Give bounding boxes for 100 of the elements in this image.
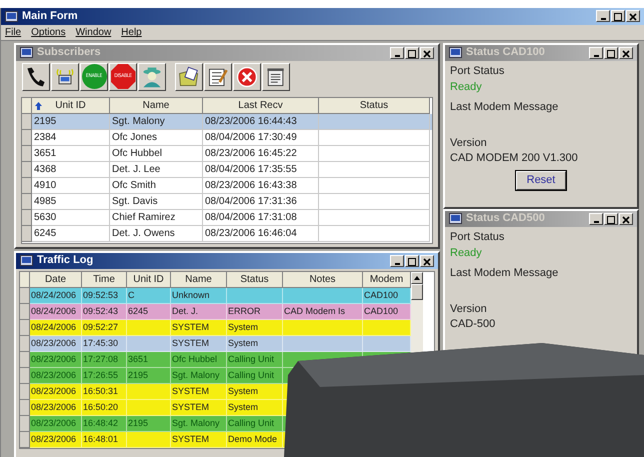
table-cell: 08/24/2006 [31, 322, 76, 332]
toolbar-button[interactable] [262, 62, 290, 90]
column-header[interactable]: Unit ID [127, 272, 171, 288]
row-header[interactable] [22, 162, 32, 178]
scroll-up-button[interactable] [411, 272, 423, 284]
toolbar-button[interactable] [233, 62, 261, 90]
table-cell: Sgt. Malony [112, 116, 165, 126]
table-row[interactable]: 6245 Det. J. Owens 08/23/2006 16:46:04 [22, 226, 432, 242]
table-cell: 08/23/2006 [31, 354, 76, 364]
column-header[interactable]: Name [171, 272, 227, 288]
table-cell: CAD Modem Is [284, 306, 346, 316]
toolbar-button[interactable] [51, 62, 79, 90]
table-cell: C [128, 290, 134, 300]
table-cell: CAD100 [364, 290, 398, 300]
minimize-button[interactable] [390, 46, 404, 58]
minimize-icon [594, 54, 598, 56]
row-header[interactable] [20, 400, 30, 416]
toolbar-button[interactable] [22, 62, 50, 90]
minimize-button[interactable] [596, 10, 610, 22]
column-header[interactable]: Time [82, 272, 127, 288]
row-header[interactable] [22, 114, 32, 130]
maximize-icon [408, 258, 416, 266]
table-cell: SYSTEM [172, 386, 210, 396]
column-header[interactable]: Status [227, 272, 283, 288]
column-header[interactable]: Last Recv [203, 98, 319, 114]
menu-item[interactable]: File [5, 24, 22, 40]
column-header[interactable]: Unit ID [32, 98, 110, 114]
folder-icon [177, 64, 201, 88]
table-cell: Det. J. Owens [112, 228, 175, 238]
row-header[interactable] [20, 416, 30, 432]
table-row[interactable]: 4985 Sgt. Davis 08/04/2006 17:31:36 [22, 194, 432, 210]
toolbar-button[interactable] [138, 62, 166, 90]
column-header[interactable]: Notes [283, 272, 363, 288]
column-header[interactable]: Date [30, 272, 82, 288]
window-icon [449, 213, 462, 224]
row-header[interactable] [22, 194, 32, 210]
table-row[interactable]: 3651 Ofc Hubbel 08/23/2006 16:45:22 [22, 146, 432, 162]
field-label: Version [450, 302, 488, 316]
window-title: Subscribers [37, 45, 101, 60]
table-cell: 17:26:55 [83, 370, 118, 380]
maximize-button[interactable] [405, 46, 419, 58]
window-title: Status CAD100 [466, 45, 545, 60]
row-header[interactable] [20, 352, 30, 368]
minimize-icon [594, 220, 598, 222]
table-cell: 08/04/2006 17:31:08 [205, 212, 297, 222]
maximize-button[interactable] [405, 254, 419, 266]
row-header[interactable] [22, 210, 32, 226]
reset-button[interactable]: Reset [516, 170, 566, 190]
table-cell: 08/04/2006 17:31:36 [205, 196, 297, 206]
menu-item[interactable]: Options [31, 24, 66, 40]
close-button[interactable] [626, 10, 640, 22]
table-cell: 08/04/2006 17:30:49 [205, 132, 297, 142]
maximize-icon [408, 50, 416, 58]
row-header[interactable] [20, 384, 30, 400]
column-header[interactable]: Status [319, 98, 430, 114]
table-cell: Ofc Hubbel [172, 354, 218, 364]
maximize-button[interactable] [611, 10, 625, 22]
close-icon [423, 258, 431, 266]
table-row[interactable]: 5630 Chief Ramirez 08/04/2006 17:31:08 [22, 210, 432, 226]
close-button[interactable] [619, 46, 633, 58]
table-cell: 08/23/2006 [31, 434, 76, 444]
row-header[interactable] [20, 288, 30, 304]
column-header[interactable]: Modem [363, 272, 411, 288]
scroll-up-icon [414, 276, 420, 280]
minimize-button[interactable] [390, 254, 404, 266]
row-header[interactable] [20, 304, 30, 320]
port-status-value: Ready [450, 80, 483, 94]
close-button[interactable] [420, 254, 434, 266]
toolbar-button[interactable] [204, 62, 232, 90]
menu-item[interactable]: Window [76, 24, 112, 40]
table-cell: SYSTEM [172, 402, 210, 412]
scroll-thumb[interactable] [411, 284, 423, 300]
row-header[interactable] [20, 336, 30, 352]
maximize-button[interactable] [604, 46, 618, 58]
table-row[interactable]: 2195 Sgt. Malony 08/23/2006 16:44:43 [22, 114, 432, 130]
row-header[interactable] [22, 226, 32, 242]
table-row[interactable]: 4910 Ofc Smith 08/23/2006 16:43:38 [22, 178, 432, 194]
minimize-button[interactable] [589, 212, 603, 224]
menu-item[interactable]: Help [121, 24, 142, 40]
close-button[interactable] [420, 46, 434, 58]
row-header[interactable] [20, 368, 30, 384]
table-cell: 17:27:08 [83, 354, 118, 364]
table-cell: 09:52:27 [83, 322, 118, 332]
table-row[interactable]: 4368 Det. J. Lee 08/04/2006 17:35:55 [22, 162, 432, 178]
minimize-button[interactable] [589, 46, 603, 58]
table-cell: 4910 [34, 180, 56, 190]
maximize-button[interactable] [604, 212, 618, 224]
column-header[interactable]: Name [110, 98, 203, 114]
close-icon [622, 50, 630, 58]
row-header[interactable] [20, 432, 30, 448]
row-header[interactable] [20, 320, 30, 336]
table-row[interactable]: 2384 Ofc Jones 08/04/2006 17:30:49 [22, 130, 432, 146]
close-button[interactable] [619, 212, 633, 224]
table-cell: 2195 [128, 370, 148, 380]
row-header[interactable] [22, 146, 32, 162]
row-header[interactable] [22, 178, 32, 194]
toolbar-button[interactable] [175, 62, 203, 90]
maximize-icon [607, 50, 615, 58]
table-cell: 08/04/2006 17:35:55 [205, 164, 297, 174]
row-header[interactable] [22, 130, 32, 146]
